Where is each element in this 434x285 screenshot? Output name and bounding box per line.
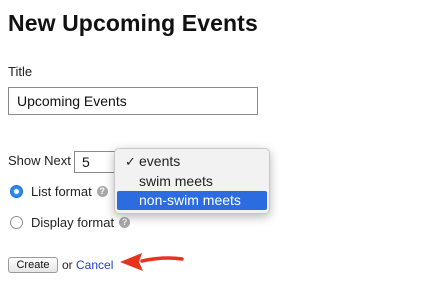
dropdown-option-label: swim meets xyxy=(139,173,213,189)
or-text: or xyxy=(62,258,73,272)
title-input[interactable] xyxy=(8,87,258,115)
dropdown-option-label: events xyxy=(139,153,181,169)
red-arrow-icon xyxy=(120,253,184,271)
list-format-radio[interactable] xyxy=(10,185,23,198)
help-icon[interactable]: ? xyxy=(96,186,108,197)
list-format-label: List format xyxy=(31,184,92,199)
event-type-dropdown-menu[interactable]: ✓ events swim meets non-swim meets xyxy=(114,148,270,214)
dropdown-option-swim-meets[interactable]: swim meets xyxy=(117,172,267,191)
cancel-link[interactable]: Cancel xyxy=(76,258,113,272)
dropdown-option-label: non-swim meets xyxy=(139,192,241,208)
create-button[interactable]: Create xyxy=(8,257,58,273)
display-format-option[interactable]: Display format ? xyxy=(10,215,131,230)
list-format-option[interactable]: List format ? xyxy=(10,184,108,199)
display-format-label: Display format xyxy=(31,215,115,230)
display-format-radio[interactable] xyxy=(10,216,23,229)
dropdown-option-events[interactable]: ✓ events xyxy=(117,152,267,171)
page-title: New Upcoming Events xyxy=(8,10,258,36)
show-next-label: Show Next xyxy=(8,153,71,168)
dropdown-option-non-swim-meets[interactable]: non-swim meets xyxy=(117,191,267,210)
checkmark-icon: ✓ xyxy=(125,154,136,169)
help-icon[interactable]: ? xyxy=(119,217,131,228)
title-label: Title xyxy=(8,64,33,79)
